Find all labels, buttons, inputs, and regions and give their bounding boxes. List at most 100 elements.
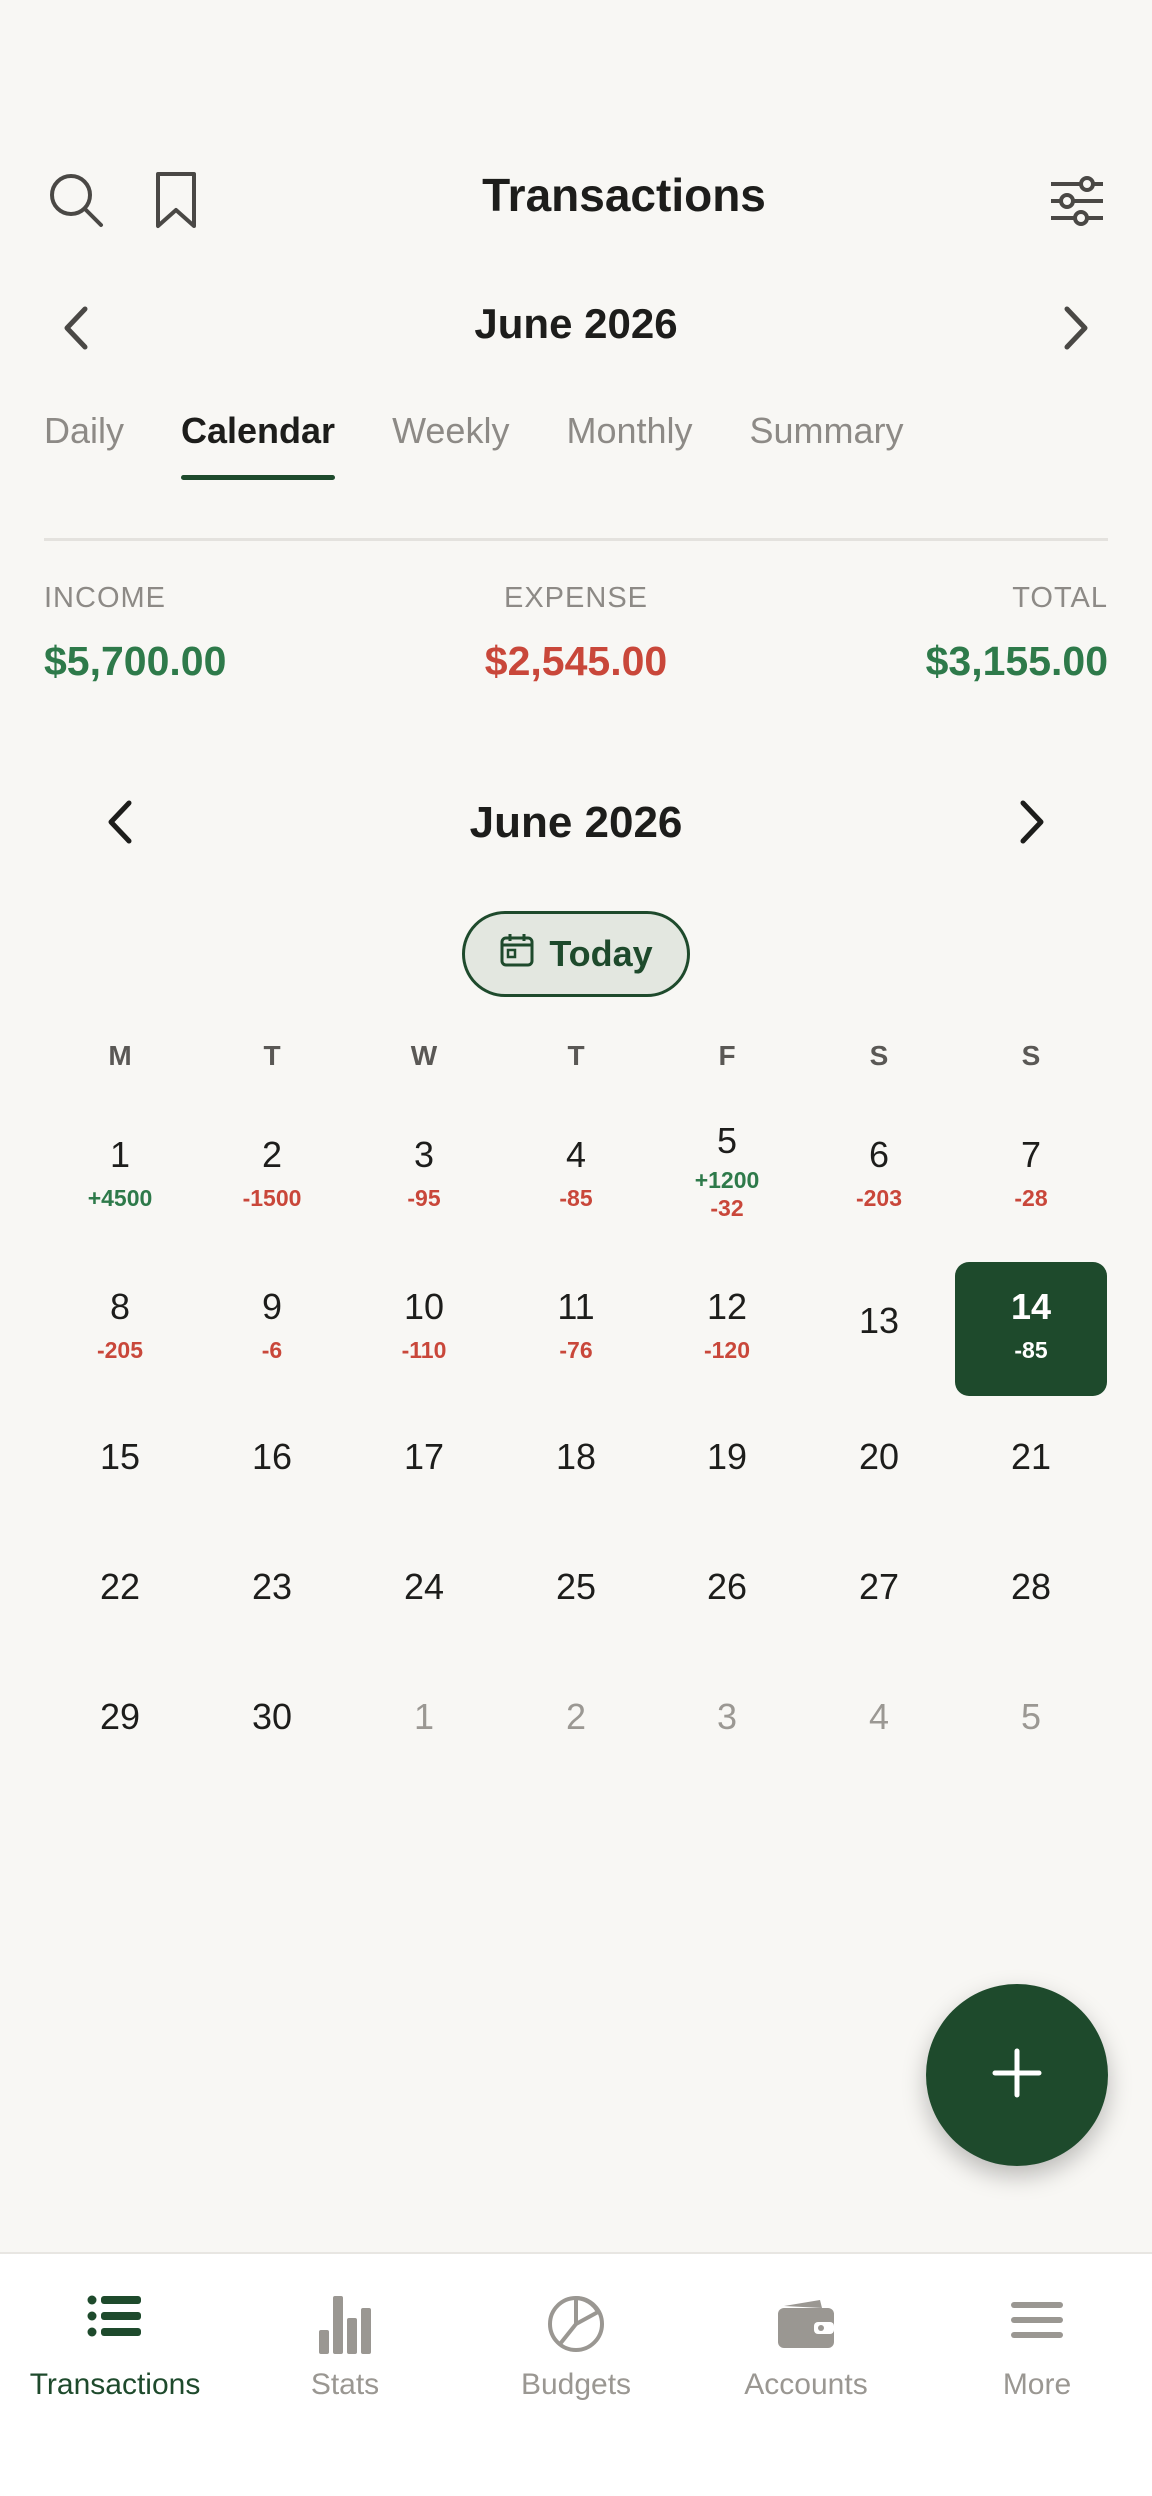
- calendar-day[interactable]: 11 -76: [500, 1262, 652, 1396]
- calendar-day[interactable]: 16: [196, 1414, 348, 1534]
- calendar-day[interactable]: 26: [651, 1544, 803, 1664]
- pie-chart-icon: [461, 2294, 691, 2354]
- tab-daily[interactable]: Daily: [44, 410, 124, 480]
- calendar-day[interactable]: 1: [348, 1674, 500, 1794]
- plus-icon: [989, 2045, 1045, 2106]
- day-number: 19: [706, 1436, 748, 1477]
- calendar-day[interactable]: 13: [803, 1262, 955, 1396]
- day-number: 1: [413, 1696, 435, 1737]
- calendar-day[interactable]: 17: [348, 1414, 500, 1534]
- calendar-day[interactable]: 18: [500, 1414, 652, 1534]
- nav-budgets[interactable]: Budgets: [461, 2254, 691, 2404]
- calendar-day[interactable]: 3 -95: [348, 1110, 500, 1244]
- filter-sliders-icon[interactable]: [1044, 168, 1110, 234]
- calendar-day[interactable]: 5: [955, 1674, 1107, 1794]
- calendar-day[interactable]: 10 -110: [348, 1262, 500, 1396]
- calendar-day[interactable]: 12 -120: [651, 1262, 803, 1396]
- day-number: 17: [403, 1436, 445, 1477]
- day-number: 9: [261, 1286, 283, 1327]
- calendar-day[interactable]: 6 -203: [803, 1110, 955, 1244]
- day-number: 4: [565, 1134, 587, 1175]
- day-number: 2: [261, 1134, 283, 1175]
- day-amount: +4500: [87, 1185, 153, 1211]
- calendar-day[interactable]: 7 -28: [955, 1110, 1107, 1244]
- day-amount: -85: [1014, 1337, 1048, 1363]
- nav-budgets-label: Budgets: [520, 2368, 632, 2401]
- weekday-label: S: [1021, 1040, 1041, 1071]
- nav-transactions-label: Transactions: [29, 2368, 201, 2401]
- day-amount: -28: [1014, 1185, 1048, 1211]
- nav-accounts[interactable]: Accounts: [691, 2254, 921, 2404]
- nav-more[interactable]: More: [922, 2254, 1152, 2404]
- day-number: 14: [1010, 1286, 1052, 1327]
- nav-stats[interactable]: Stats: [230, 2254, 460, 2404]
- day-number: 23: [251, 1566, 293, 1607]
- day-number: 26: [706, 1566, 748, 1607]
- weekday-label: T: [263, 1040, 281, 1071]
- day-number: 5: [1020, 1696, 1042, 1737]
- day-number: 5: [716, 1120, 738, 1161]
- nav-accounts-label: Accounts: [744, 2368, 868, 2401]
- day-amount: -110: [401, 1337, 447, 1363]
- calendar-day[interactable]: 30: [196, 1674, 348, 1794]
- calendar-day[interactable]: 25: [500, 1544, 652, 1664]
- day-amount: -203: [855, 1185, 903, 1211]
- calendar-day[interactable]: 20: [803, 1414, 955, 1534]
- day-number: 18: [555, 1436, 597, 1477]
- calendar-day[interactable]: 15: [44, 1414, 196, 1534]
- nav-more-label: More: [1002, 2368, 1072, 2401]
- day-number: 4: [868, 1696, 890, 1737]
- tab-summary[interactable]: Summary: [750, 410, 904, 480]
- day-number: 22: [99, 1566, 141, 1607]
- weekday-label: M: [108, 1040, 132, 1071]
- page-title: Transactions: [482, 169, 766, 221]
- day-number: 8: [109, 1286, 131, 1327]
- calendar-day-selected[interactable]: 14 -85: [955, 1262, 1107, 1396]
- add-transaction-button[interactable]: [926, 1984, 1108, 2166]
- today-button[interactable]: Today: [462, 911, 690, 997]
- day-number: 27: [858, 1566, 900, 1607]
- day-number: 6: [868, 1134, 890, 1175]
- day-number: 15: [99, 1436, 141, 1477]
- tab-monthly[interactable]: Monthly: [566, 410, 692, 480]
- day-number: 2: [565, 1696, 587, 1737]
- calendar-day[interactable]: 4: [803, 1674, 955, 1794]
- calendar-day[interactable]: 27: [803, 1544, 955, 1664]
- calendar-next-chevron-icon[interactable]: [1004, 794, 1060, 850]
- calendar-day[interactable]: 9 -6: [196, 1262, 348, 1396]
- calendar-day[interactable]: 24: [348, 1544, 500, 1664]
- day-amount: -120: [703, 1337, 751, 1363]
- calendar-day[interactable]: 4 -85: [500, 1110, 652, 1244]
- calendar-day[interactable]: 2 -1500: [196, 1110, 348, 1244]
- day-number: 7: [1020, 1134, 1042, 1175]
- bottom-navigation: Transactions Stats Budgets Accounts More: [0, 2252, 1152, 2496]
- day-number: 10: [403, 1286, 445, 1327]
- tab-weekly[interactable]: Weekly: [392, 410, 509, 480]
- day-number: 1: [109, 1134, 131, 1175]
- calendar-day[interactable]: 1 +4500: [44, 1110, 196, 1244]
- calendar-day[interactable]: 23: [196, 1544, 348, 1664]
- day-number: 21: [1010, 1436, 1052, 1477]
- day-amount: -76: [559, 1337, 593, 1363]
- day-number: 24: [403, 1566, 445, 1607]
- calendar-day[interactable]: 29: [44, 1674, 196, 1794]
- day-number: 3: [413, 1134, 435, 1175]
- calendar-day[interactable]: 21: [955, 1414, 1107, 1534]
- calendar-day[interactable]: 28: [955, 1544, 1107, 1664]
- wallet-icon: [691, 2298, 921, 2350]
- calendar-day[interactable]: 22: [44, 1544, 196, 1664]
- bar-chart-icon: [230, 2294, 460, 2356]
- day-number: 29: [99, 1696, 141, 1737]
- weekday-label: F: [718, 1040, 736, 1071]
- calendar-day[interactable]: 8 -205: [44, 1262, 196, 1396]
- calendar-day[interactable]: 5 +1200 -32: [651, 1110, 803, 1244]
- tab-calendar[interactable]: Calendar: [181, 410, 336, 480]
- next-month-chevron-icon[interactable]: [1048, 300, 1104, 356]
- calendar-day[interactable]: 19: [651, 1414, 803, 1534]
- calendar-day[interactable]: 2: [500, 1674, 652, 1794]
- day-amount: +1200: [694, 1167, 760, 1193]
- weekday-label: W: [410, 1040, 438, 1071]
- calendar-day[interactable]: 3: [651, 1674, 803, 1794]
- nav-transactions[interactable]: Transactions: [0, 2254, 230, 2404]
- month-label: June 2026: [474, 300, 678, 347]
